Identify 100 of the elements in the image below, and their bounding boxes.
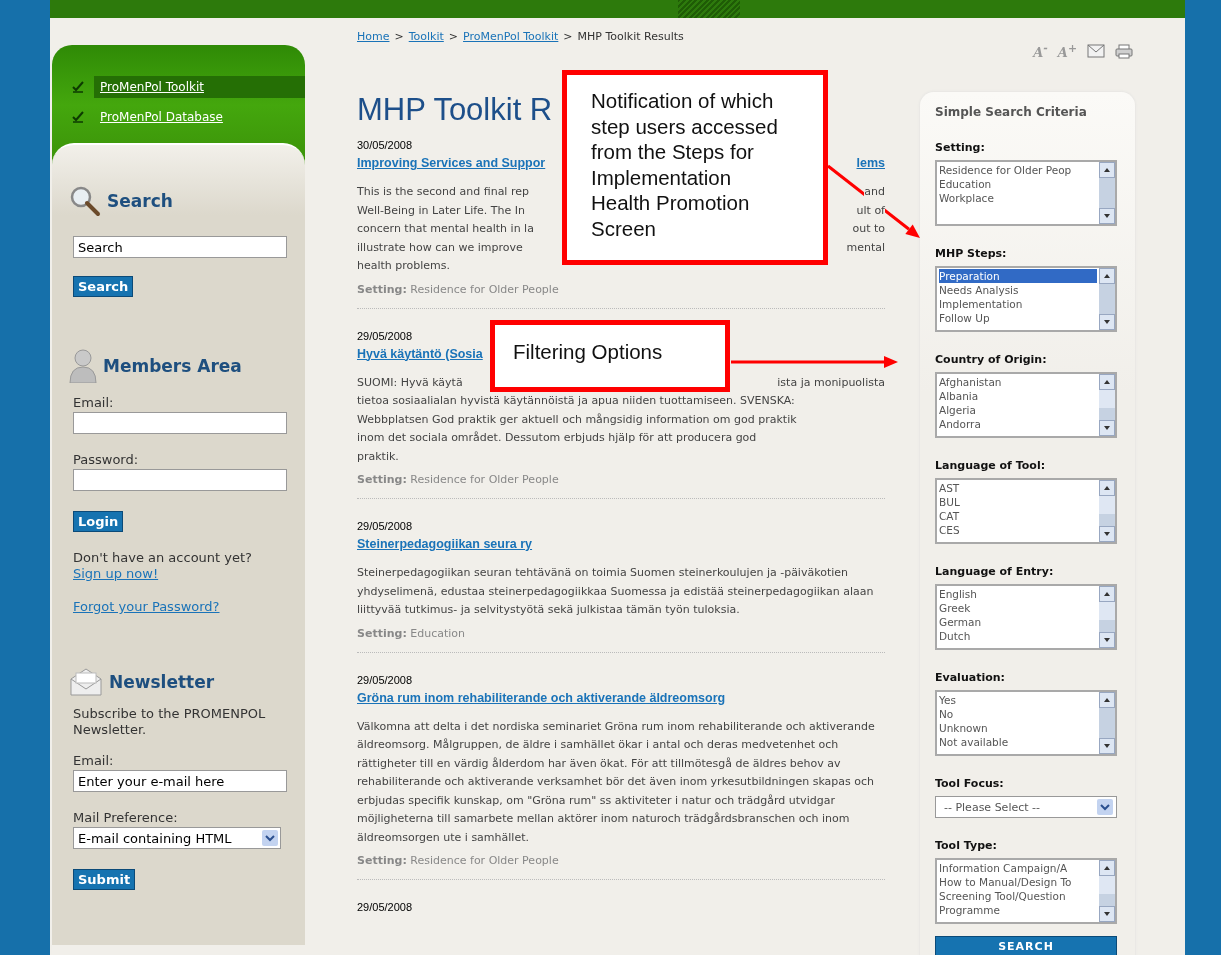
- filter-label: Tool Focus:: [935, 777, 1005, 791]
- filter-label: Evaluation:: [935, 671, 1006, 685]
- list-option[interactable]: Afghanistan: [939, 375, 1097, 389]
- scrollbar[interactable]: [1099, 586, 1115, 648]
- search-button[interactable]: SEARCH: [935, 936, 1117, 955]
- section-heading: Members Area: [103, 356, 242, 376]
- list-option[interactable]: Education: [939, 177, 1097, 191]
- breadcrumb-link[interactable]: Toolkit: [408, 30, 444, 44]
- listbox[interactable]: AST BUL CAT CES: [935, 478, 1117, 544]
- list-option[interactable]: CES: [939, 523, 1097, 537]
- breadcrumb-separator: >: [563, 30, 573, 44]
- chevron-icon: [1097, 799, 1113, 815]
- list-option[interactable]: Algeria: [939, 403, 1097, 417]
- article-title-link[interactable]: lems: [856, 156, 885, 170]
- article-date: 30/05/2008: [357, 138, 413, 152]
- filter-label: Setting:: [935, 141, 986, 155]
- field-label: Email:: [73, 754, 114, 768]
- breadcrumb-link[interactable]: Home: [357, 30, 390, 44]
- email-icon[interactable]: [1087, 44, 1105, 58]
- breadcrumb-separator: >: [394, 30, 404, 44]
- list-option[interactable]: Preparation: [939, 269, 1097, 283]
- list-option[interactable]: English: [939, 587, 1097, 601]
- envelope-icon: [69, 667, 103, 697]
- list-option[interactable]: Yes: [939, 693, 1097, 707]
- breadcrumb-link[interactable]: ProMenPol Toolkit: [463, 30, 559, 44]
- setting-text: Setting: Residence for Older People: [357, 472, 560, 488]
- checkmark-icon: [72, 111, 84, 123]
- filter-label: Language of Tool:: [935, 459, 1047, 473]
- list-option[interactable]: How to Manual/Design To: [939, 875, 1097, 889]
- list-option[interactable]: Needs Analysis: [939, 283, 1097, 297]
- listbox[interactable]: English Greek German Dutch: [935, 584, 1117, 650]
- magnifier-icon: [69, 185, 101, 217]
- account-prompt: Don't have an account yet?: [73, 550, 253, 566]
- search-button[interactable]: Search: [73, 276, 134, 297]
- article-date: 29/05/2008: [357, 328, 413, 343]
- scrollbar[interactable]: [1099, 268, 1115, 330]
- article-body: Välkomna att delta i det nordiska seminariet Gröna rum inom rehabiliterande och aktiverande äldreomsorg. Målgruppen, de äldre i samhället ökar i antal och deras medvetenhet och rättigheter till en värdig ålderdom har även ökat. För att tillmötesgå de äldres behov av rehabiliterande och aktiverande verksamhet bör det även inom yrkesutbildningen skapas och erbjudas specifik kunskap, om "Gröna rum" ss aktiviteter i natur och trädgård utvidgar möjligheterna till samarbete mellan aktörer inom naturoch trädgårdsbranschen och inom äldreomsorgen ute i samhället.: [357, 718, 876, 846]
- breadcrumb-current: MHP Toolkit Results: [577, 30, 684, 44]
- list-option[interactable]: Unknown: [939, 721, 1097, 735]
- listbox[interactable]: Residence for Older Peop Education Workplace: [935, 160, 1117, 226]
- list-option[interactable]: Follow Up: [939, 311, 1097, 325]
- list-option[interactable]: CAT: [939, 509, 1097, 523]
- listbox[interactable]: Information Campaign/A How to Manual/Design To Screening Tool/Question Programme: [935, 858, 1117, 924]
- search-field[interactable]: Search: [73, 236, 287, 258]
- list-option[interactable]: German: [939, 615, 1097, 629]
- listbox[interactable]: Afghanistan Albania Algeria Andorra: [935, 372, 1117, 438]
- article-title-link[interactable]: Steinerpedagogiikan seura ry: [357, 537, 533, 551]
- person-icon: [69, 349, 97, 383]
- setting-text: Setting: Residence for Older People: [357, 281, 560, 298]
- list-option[interactable]: Albania: [939, 389, 1097, 403]
- field-label: Mail Preference:: [73, 811, 178, 825]
- list-option[interactable]: Implementation: [939, 297, 1097, 311]
- article-title-link[interactable]: Gröna rum inom rehabiliterande och aktiverande äldreomsorg: [357, 690, 726, 705]
- list-option[interactable]: Screening Tool/Question: [939, 889, 1097, 903]
- panel-title: Simple Search Criteria: [935, 104, 1088, 120]
- tool-focus-dropdown[interactable]: -- Please Select --: [935, 796, 1117, 818]
- setting-text: Setting: Residence for Older People: [357, 853, 560, 869]
- list-option[interactable]: Dutch: [939, 629, 1097, 643]
- setting-text: Setting: Education: [357, 625, 467, 642]
- list-option[interactable]: Programme: [939, 903, 1097, 917]
- scrollbar[interactable]: [1099, 692, 1115, 754]
- list-option[interactable]: Residence for Older Peop: [939, 163, 1097, 177]
- listbox[interactable]: Yes No Unknown Not available: [935, 690, 1117, 756]
- breadcrumb-separator: >: [448, 30, 459, 44]
- newsletter-text: Subscribe to the PROMENPOL Newsletter.: [73, 706, 267, 738]
- list-option[interactable]: BUL: [939, 495, 1097, 509]
- submit-button[interactable]: Submit: [73, 869, 136, 890]
- article-date: 29/05/2008: [357, 900, 413, 914]
- list-option[interactable]: Information Campaign/A: [939, 861, 1097, 875]
- login-button[interactable]: Login: [73, 511, 124, 532]
- filter-label: Tool Type:: [935, 839, 998, 853]
- listbox[interactable]: Preparation Needs Analysis Implementation Follow Up: [935, 266, 1117, 332]
- newsletter-email-field[interactable]: Enter your e-mail here: [73, 770, 287, 792]
- signup-link[interactable]: Sign up now!: [73, 566, 159, 582]
- list-option[interactable]: AST: [939, 481, 1097, 495]
- filter-label: Language of Entry:: [935, 565, 1055, 579]
- password-field[interactable]: [73, 469, 287, 491]
- list-option[interactable]: No: [939, 707, 1097, 721]
- annotation-callout: Notification of which step users accessed from the Steps for Implementation Health Promotion Screen: [562, 70, 828, 265]
- article-title-link[interactable]: Improving Services and Suppor: [357, 156, 546, 170]
- list-option[interactable]: Andorra: [939, 417, 1097, 431]
- article-body: Steinerpedagogiikan seuran tehtävänä on toimia Suomen steinerkoulujen ja -päiväkotien yhdyselimenä, edustaa steinerpedagogiikkaa Suomessa ja edistää steinerpedagogiikan alaan liittyvää tutkimus- ja selvitystyötä sekä julkistaa tämän työn tuloksia.: [357, 565, 875, 618]
- field-label: Password:: [73, 453, 139, 467]
- scrollbar[interactable]: [1099, 162, 1115, 224]
- list-option[interactable]: Workplace: [939, 191, 1097, 205]
- mail-preference-dropdown[interactable]: E-mail containing HTML: [73, 827, 281, 849]
- scrollbar[interactable]: [1099, 480, 1115, 542]
- list-option[interactable]: Greek: [939, 601, 1097, 615]
- checkmark-icon: [72, 81, 84, 93]
- forgot-password-link[interactable]: Forgot your Password?: [73, 599, 220, 615]
- print-icon[interactable]: [1115, 43, 1133, 59]
- email-field[interactable]: [73, 412, 287, 434]
- annotation-callout: Filtering Options: [490, 320, 730, 392]
- article-title-link[interactable]: Hyvä käytäntö (Sosia: [357, 346, 483, 361]
- page-title: MHP Toolkit R: [357, 92, 553, 128]
- nav-link[interactable]: ProMenPol Toolkit: [94, 76, 305, 98]
- list-option[interactable]: Not available: [939, 735, 1097, 749]
- scrollbar[interactable]: [1099, 860, 1115, 922]
- scrollbar[interactable]: [1099, 374, 1115, 436]
- section-heading: Search: [107, 191, 173, 211]
